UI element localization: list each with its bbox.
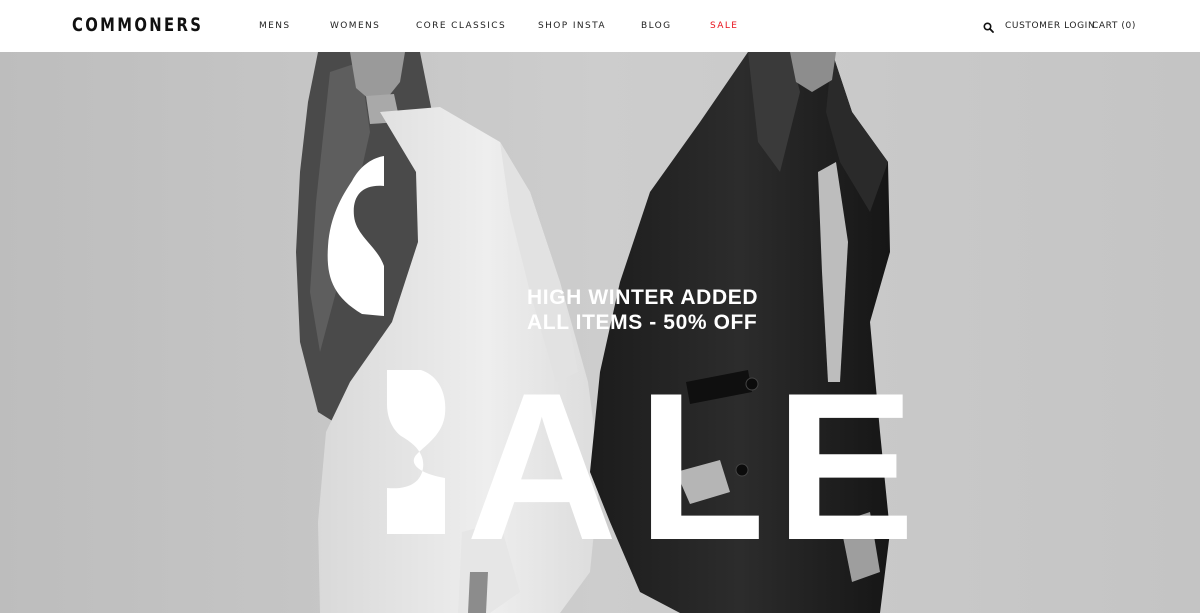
promo-subheadline: ALL ITEMS - 50% OFF xyxy=(527,311,758,334)
sale-letter-s-fragment-top xyxy=(322,156,392,346)
nav-item-core-classics[interactable]: CORE CLASSICS xyxy=(416,21,506,31)
site-header: COMMONERS MENS WOMENS CORE CLASSICS SHOP… xyxy=(0,0,1200,52)
hero-banner[interactable]: HIGH WINTER ADDED ALL ITEMS - 50% OFF A … xyxy=(0,52,1200,613)
nav-item-womens[interactable]: WOMENS xyxy=(330,21,380,31)
nav-item-blog[interactable]: BLOG xyxy=(641,21,672,31)
sale-letter-s-fragment-bottom xyxy=(387,370,449,538)
customer-login-link[interactable]: CUSTOMER LOGIN xyxy=(1005,21,1095,31)
promo-headline: HIGH WINTER ADDED xyxy=(527,286,759,309)
nav-item-sale[interactable]: SALE xyxy=(710,21,738,31)
sale-letter-a: A xyxy=(466,349,618,584)
search-icon[interactable] xyxy=(983,22,994,33)
cart-link[interactable]: CART (0) xyxy=(1092,21,1136,31)
sale-letter-e: E xyxy=(775,349,916,584)
sale-s-top-shape xyxy=(327,156,384,316)
sale-letter-l: L xyxy=(637,349,766,584)
nav-item-mens[interactable]: MENS xyxy=(259,21,291,31)
nav-item-shop-insta[interactable]: SHOP INSTA xyxy=(538,21,606,31)
sale-s-bottom-shape xyxy=(387,370,446,534)
site-logo[interactable]: COMMONERS xyxy=(72,14,203,36)
